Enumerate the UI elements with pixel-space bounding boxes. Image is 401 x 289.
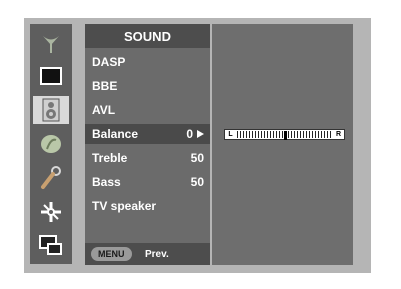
prev-label: Prev. <box>145 248 169 260</box>
clock-icon[interactable] <box>33 130 69 158</box>
menu-item-label: AVL <box>92 103 116 117</box>
balance-slider[interactable]: L R <box>224 129 345 140</box>
submenu-panel <box>212 24 353 265</box>
menu-item-bass[interactable]: Bass 50 <box>85 172 210 192</box>
menu-item-label: BBE <box>92 79 118 93</box>
slider-right-label: R <box>335 131 342 138</box>
balance-value: 0 <box>186 127 193 141</box>
icon-column <box>30 24 72 264</box>
menu-footer: MENU Prev. <box>85 243 210 265</box>
menu-item-label: DASP <box>92 55 126 69</box>
sound-menu: SOUND DASP BBE AVL Balance 0 Treble 50 B… <box>85 24 210 265</box>
menu-title: SOUND <box>85 24 210 48</box>
menu-item-avl[interactable]: AVL <box>85 100 210 120</box>
speaker-icon[interactable] <box>33 96 69 124</box>
menu-item-label: Bass <box>92 175 121 189</box>
balance-value-group: 0 <box>186 124 204 144</box>
pip-icon[interactable] <box>33 232 69 260</box>
adjust-icon[interactable] <box>33 198 69 226</box>
slider-left-label: L <box>228 131 233 138</box>
picture-icon[interactable] <box>33 62 69 90</box>
menu-item-balance[interactable]: Balance 0 <box>85 124 210 144</box>
menu-item-tv-speaker[interactable]: TV speaker <box>85 196 210 216</box>
menu-item-treble[interactable]: Treble 50 <box>85 148 210 168</box>
menu-item-label: TV speaker <box>92 199 157 213</box>
menu-button[interactable]: MENU <box>91 247 132 261</box>
arrow-right-icon <box>197 130 204 138</box>
menu-item-bbe[interactable]: BBE <box>85 76 210 96</box>
treble-value: 50 <box>190 151 204 165</box>
slider-track[interactable] <box>237 131 333 140</box>
bass-value: 50 <box>190 175 204 189</box>
antenna-icon[interactable] <box>33 30 69 58</box>
menu-item-label: Balance <box>92 127 139 141</box>
wrench-icon[interactable] <box>33 164 69 192</box>
menu-item-dasp[interactable]: DASP <box>85 52 210 72</box>
slider-knob[interactable] <box>283 131 287 140</box>
menu-item-label: Treble <box>92 151 128 165</box>
